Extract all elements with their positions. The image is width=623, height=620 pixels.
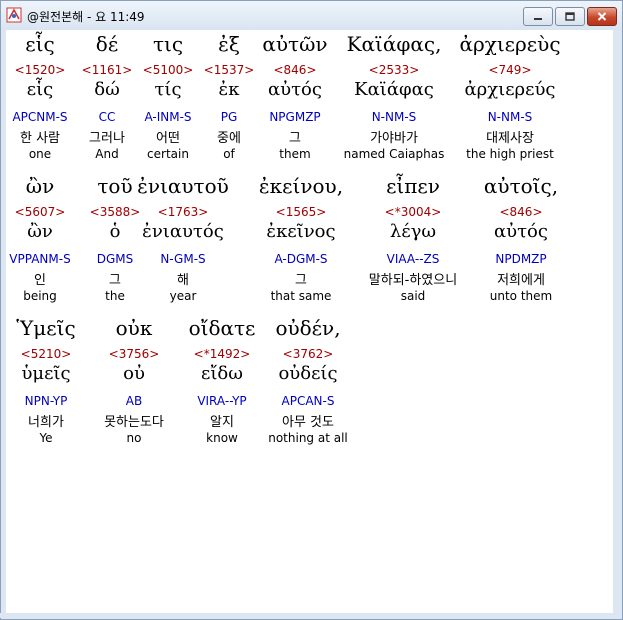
korean-gloss: 가야바가 [370,131,418,146]
minimize-button[interactable] [523,7,553,26]
greek-word: εἶπεν [386,174,440,198]
window-frame-bottom [0,613,621,618]
korean-gloss: 해 [177,273,189,288]
parse-code: A-DGM-S [274,252,328,266]
word-cell[interactable]: ἐνιαυτοῦ <1763> ἐνιαυτός N-GM-S 해 year [128,172,238,310]
lemma-word: ἐνιαυτός [142,221,224,242]
word-cell[interactable]: αὐτῶν <846> αὐτός NPGMZP 그 them [240,30,350,168]
minimize-icon [524,8,552,25]
word-cell[interactable]: ἐκείνου, <1565> ἐκεῖνος A-DGM-S 그 that same [246,172,356,310]
korean-gloss: 그 [295,273,307,288]
parse-code: N-NM-S [487,110,533,124]
greek-word: ἐνιαυτοῦ [137,174,229,198]
english-gloss: named Caiaphas [343,147,445,161]
english-gloss: the high priest [466,147,554,161]
english-gloss: unto them [489,289,553,303]
word-cell[interactable]: ἀρχιερεὺς <749> ἀρχιερεύς N-NM-S 대제사장 the hig… [455,30,565,168]
english-gloss: said [400,289,426,303]
english-gloss: that same [270,289,332,303]
window-title: @원전본해 - 요 11:49 [27,10,145,24]
lemma-word: αὐτός [268,79,322,100]
close-icon [588,8,616,25]
lemma-word: οὐδείς [278,363,338,384]
greek-word: αὐτοῖς, [483,174,559,198]
lemma-word: Καϊάφας [354,79,434,100]
korean-gloss: 말하되-하였으니 [368,273,458,288]
parse-code: VIAA--ZS [386,252,440,266]
app-icon [6,7,22,23]
strong-number[interactable]: <846> [466,205,576,219]
lemma-word: ἐκεῖνος [266,221,336,242]
parse-code: NPDMZP [495,252,547,266]
lemma-word: λέγω [389,221,437,242]
korean-gloss: 그 [289,131,301,146]
greek-word: ἐκείνου, [258,174,344,198]
word-cell[interactable]: οὐδέν, <3762> οὐδείς APCAN-S 아무 것도 nothing at… [253,314,363,452]
lemma-word: αὐτός [494,221,548,242]
word-cell[interactable]: Καϊάφας, <2533> Καϊάφας N-NM-S 가야바가 named Cai… [339,30,449,168]
parse-code: APCAN-S [281,394,335,408]
english-gloss: them [279,147,311,161]
parse-code: N-GM-S [160,252,206,266]
parse-code: N-NM-S [371,110,417,124]
korean-gloss: 대제사장 [486,131,534,146]
strong-number[interactable]: <1763> [128,205,238,219]
english-gloss: nothing at all [268,431,348,445]
strong-number[interactable]: <3762> [253,347,363,361]
close-button[interactable] [587,7,617,26]
title-bar[interactable]: @원전본해 - 요 11:49 [1,1,622,31]
maximize-icon [556,8,584,25]
strong-number[interactable]: <*3004> [358,205,468,219]
korean-gloss: 아무 것도 [282,415,334,430]
greek-word: Καϊάφας, [346,32,442,56]
english-gloss: year [169,289,197,303]
maximize-button[interactable] [555,7,585,26]
strong-number[interactable]: <846> [240,63,350,77]
window-frame-right [613,30,621,618]
greek-word: ἀρχιερεὺς [459,32,561,56]
strong-number[interactable]: <1565> [246,205,356,219]
parse-code: NPGMZP [269,110,321,124]
word-cell[interactable]: εἶπεν <*3004> λέγω VIAA--ZS 말하되-하였으니 said [358,172,468,310]
strong-number[interactable]: <2533> [339,63,449,77]
strong-number[interactable]: <749> [455,63,565,77]
greek-word: αὐτῶν [262,32,328,56]
lemma-word: ἀρχιερεύς [464,79,556,100]
word-cell[interactable]: αὐτοῖς, <846> αὐτός NPDMZP 저희에게 unto them [466,172,576,310]
korean-gloss: 저희에게 [497,273,545,288]
greek-word: οὐδέν, [275,316,341,340]
